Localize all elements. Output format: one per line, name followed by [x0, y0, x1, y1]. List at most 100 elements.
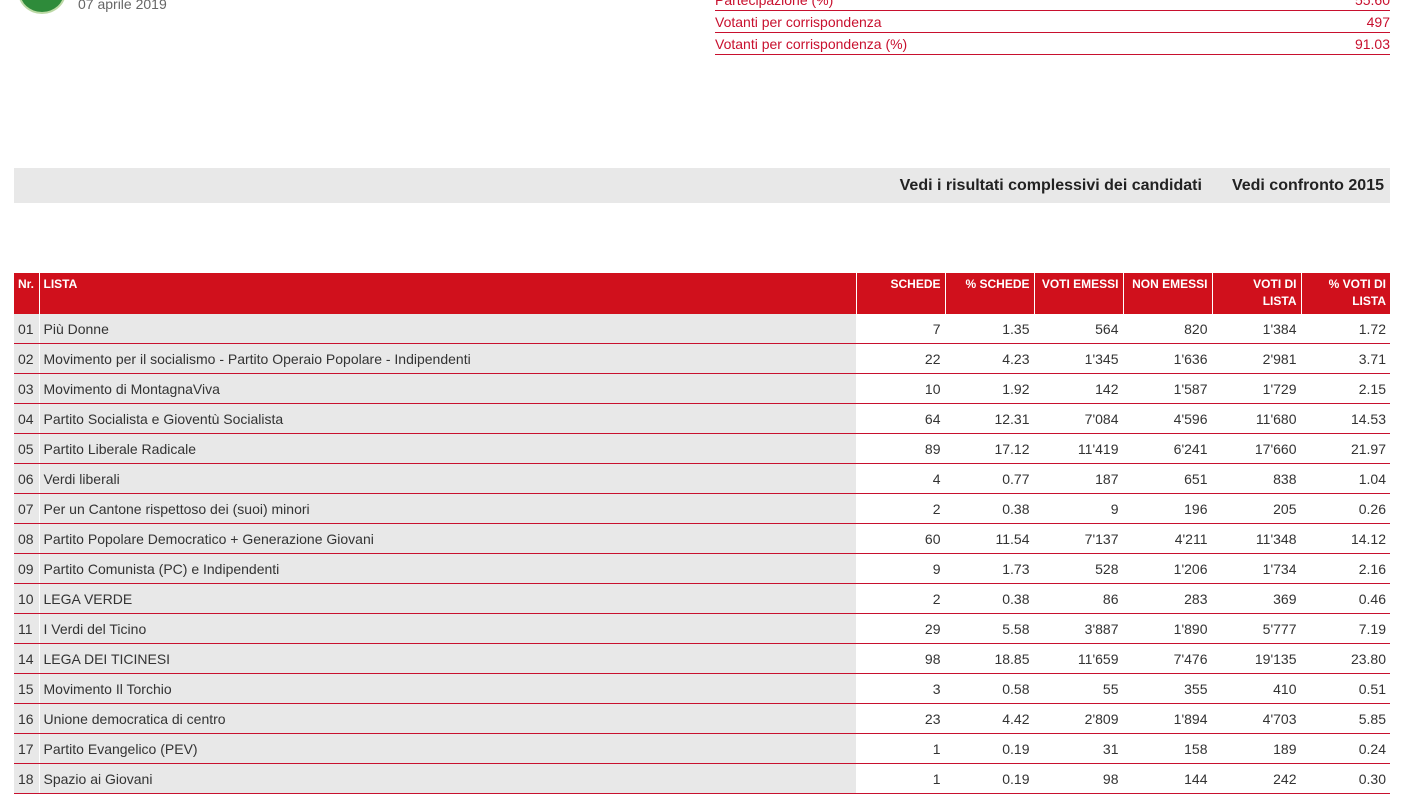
header-pct-schede[interactable]: % SCHEDE [945, 273, 1035, 314]
cell-schede: 23 [856, 703, 946, 734]
cell-non-emessi: 1'206 [1123, 553, 1213, 584]
cell-nr: 10 [14, 583, 40, 614]
cell-voti-emessi: 187 [1034, 463, 1124, 494]
cell-nr: 09 [14, 553, 40, 584]
cell-pct-schede: 0.38 [945, 583, 1035, 614]
table-row: 05 Partito Liberale Radicale 89 17.12 11'419… [14, 433, 1390, 464]
stat-row-mail-voters: Votanti per corrispondenza 497 [715, 11, 1390, 33]
stat-label: Votanti per corrispondenza [715, 14, 882, 30]
cell-lista[interactable]: Partito Popolare Democratico + Generazio… [39, 523, 857, 554]
table-header-row: Nr. LISTA SCHEDE % SCHEDE VOTI EMESSI NO… [14, 273, 1390, 314]
stat-value: 55.60 [1354, 0, 1390, 8]
cell-schede: 2 [856, 493, 946, 524]
cell-schede: 29 [856, 613, 946, 644]
table-row: 07 Per un Cantone rispettoso dei (suoi) m… [14, 493, 1390, 524]
header-voti-emessi[interactable]: VOTI EMESSI [1034, 273, 1124, 314]
cell-lista[interactable]: I Verdi del Ticino [39, 613, 857, 644]
cell-schede: 22 [856, 343, 946, 374]
header-nr[interactable]: Nr. [14, 273, 40, 314]
cell-voti-emessi: 3'887 [1034, 613, 1124, 644]
cell-lista[interactable]: Più Donne [39, 314, 857, 344]
cell-schede: 60 [856, 523, 946, 554]
cell-voti-di-lista: 369 [1212, 583, 1302, 614]
cell-pct-voti-di-lista: 0.30 [1301, 763, 1390, 794]
cell-pct-voti-di-lista: 14.12 [1301, 523, 1390, 554]
cell-lista[interactable]: Partito Comunista (PC) e Indipendenti [39, 553, 857, 584]
stat-row-participation: Partecipazione (%) 55.60 [715, 0, 1390, 11]
compare-2015-link[interactable]: Vedi confronto 2015 [1232, 177, 1384, 195]
table-row: 10 LEGA VERDE 2 0.38 86 283 369 0.46 [14, 583, 1390, 614]
cell-nr: 18 [14, 763, 40, 794]
cell-schede: 10 [856, 373, 946, 404]
cell-pct-schede: 4.42 [945, 703, 1035, 734]
cell-pct-voti-di-lista: 2.15 [1301, 373, 1390, 404]
cell-lista[interactable]: Spazio ai Giovani [39, 763, 857, 794]
cell-lista[interactable]: Movimento di MontagnaViva [39, 373, 857, 404]
cell-nr: 17 [14, 733, 40, 764]
cell-lista[interactable]: LEGA DEI TICINESI [39, 643, 857, 674]
cell-lista[interactable]: Per un Cantone rispettoso dei (suoi) min… [39, 493, 857, 524]
cell-voti-emessi: 11'659 [1034, 643, 1124, 674]
cell-voti-emessi: 86 [1034, 583, 1124, 614]
cell-nr: 06 [14, 463, 40, 494]
stat-value: 497 [1366, 14, 1390, 30]
candidates-results-link[interactable]: Vedi i risultati complessivi dei candida… [900, 177, 1202, 195]
cell-schede: 64 [856, 403, 946, 434]
header-non-emessi[interactable]: NON EMESSI [1123, 273, 1213, 314]
cell-schede: 1 [856, 763, 946, 794]
cell-voti-di-lista: 4'703 [1212, 703, 1302, 734]
cell-non-emessi: 355 [1123, 673, 1213, 704]
cell-non-emessi: 7'476 [1123, 643, 1213, 674]
cell-non-emessi: 196 [1123, 493, 1213, 524]
cell-nr: 04 [14, 403, 40, 434]
cell-non-emessi: 4'211 [1123, 523, 1213, 554]
cell-nr: 08 [14, 523, 40, 554]
stat-value: 91.03 [1354, 36, 1390, 52]
cell-lista[interactable]: LEGA VERDE [39, 583, 857, 614]
cell-voti-emessi: 7'084 [1034, 403, 1124, 434]
cell-pct-schede: 4.23 [945, 343, 1035, 374]
cell-nr: 15 [14, 673, 40, 704]
cell-lista[interactable]: Partito Liberale Radicale [39, 433, 857, 464]
cell-voti-emessi: 55 [1034, 673, 1124, 704]
cell-pct-voti-di-lista: 1.72 [1301, 314, 1390, 344]
table-row: 09 Partito Comunista (PC) e Indipendenti 9… [14, 553, 1390, 584]
cell-schede: 89 [856, 433, 946, 464]
cell-pct-schede: 0.77 [945, 463, 1035, 494]
table-row: 18 Spazio ai Giovani 1 0.19 98 144 242 0.30 [14, 763, 1390, 794]
cell-voti-di-lista: 5'777 [1212, 613, 1302, 644]
cell-voti-di-lista: 2'981 [1212, 343, 1302, 374]
cell-lista[interactable]: Verdi liberali [39, 463, 857, 494]
cell-nr: 14 [14, 643, 40, 674]
cell-lista[interactable]: Unione democratica di centro [39, 703, 857, 734]
table-row: 15 Movimento Il Torchio 3 0.58 55 355 410 0.51 [14, 673, 1390, 704]
table-row: 14 LEGA DEI TICINESI 98 18.85 11'659 7'476 19'… [14, 643, 1390, 674]
results-table: Nr. LISTA SCHEDE % SCHEDE VOTI EMESSI NO… [14, 273, 1390, 794]
header-voti-di-lista[interactable]: VOTI DI LISTA [1212, 273, 1302, 314]
cell-pct-schede: 11.54 [945, 523, 1035, 554]
cell-nr: 07 [14, 493, 40, 524]
cell-voti-emessi: 142 [1034, 373, 1124, 404]
cell-lista[interactable]: Partito Evangelico (PEV) [39, 733, 857, 764]
header-lista[interactable]: LISTA [39, 273, 857, 314]
cell-schede: 4 [856, 463, 946, 494]
cell-pct-schede: 12.31 [945, 403, 1035, 434]
header-pct-voti-di-lista[interactable]: % VOTI DI LISTA [1301, 273, 1390, 314]
cell-voti-di-lista: 838 [1212, 463, 1302, 494]
cell-voti-emessi: 564 [1034, 314, 1124, 344]
cell-lista[interactable]: Movimento Il Torchio [39, 673, 857, 704]
cell-pct-voti-di-lista: 0.24 [1301, 733, 1390, 764]
cell-pct-voti-di-lista: 5.85 [1301, 703, 1390, 734]
cell-nr: 05 [14, 433, 40, 464]
election-date: 07 aprile 2019 [78, 0, 167, 12]
cell-voti-emessi: 98 [1034, 763, 1124, 794]
cell-lista[interactable]: Partito Socialista e Gioventù Socialista [39, 403, 857, 434]
cell-voti-di-lista: 189 [1212, 733, 1302, 764]
cell-voti-emessi: 11'419 [1034, 433, 1124, 464]
cell-non-emessi: 6'241 [1123, 433, 1213, 464]
header-schede[interactable]: SCHEDE [856, 273, 946, 314]
cell-pct-schede: 1.73 [945, 553, 1035, 584]
cell-voti-di-lista: 17'660 [1212, 433, 1302, 464]
cell-voti-emessi: 528 [1034, 553, 1124, 584]
cell-lista[interactable]: Movimento per il socialismo - Partito Op… [39, 343, 857, 374]
